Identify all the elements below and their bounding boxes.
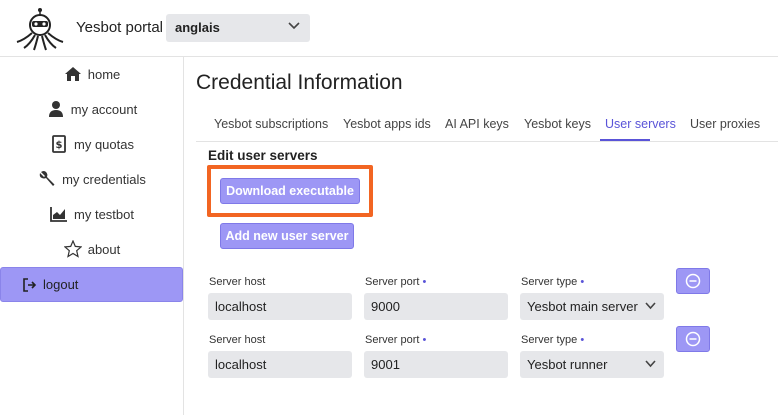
sidebar-item-my-quotas[interactable]: $ my quotas	[0, 129, 184, 159]
server-host-input[interactable]: localhost	[208, 293, 352, 320]
server-type-value: Yesbot runner	[527, 357, 608, 372]
minus-circle-icon	[685, 273, 701, 289]
remove-server-button[interactable]	[676, 326, 710, 352]
server-host-input[interactable]: localhost	[208, 351, 352, 378]
add-user-server-button[interactable]: Add new user server	[220, 223, 354, 249]
remove-server-button[interactable]	[676, 268, 710, 294]
dollar-document-icon: $	[50, 135, 68, 153]
star-icon	[63, 240, 82, 258]
sidebar-item-home[interactable]: home	[0, 59, 184, 89]
section-title: Edit user servers	[208, 148, 318, 163]
sidebar-item-label: home	[87, 66, 121, 82]
chart-icon	[50, 205, 68, 223]
brand-title: Yesbot portal	[76, 19, 164, 36]
sidebar-item-about[interactable]: about	[0, 234, 184, 264]
server-type-select[interactable]: Yesbot runner	[520, 351, 664, 378]
server-port-input[interactable]: 9000	[364, 293, 508, 320]
logout-button[interactable]: logout	[0, 267, 183, 302]
server-type-label: Server type •	[521, 276, 584, 288]
logout-icon	[23, 277, 37, 292]
required-marker: •	[422, 276, 427, 288]
sidebar-item-my-account[interactable]: my account	[0, 94, 184, 124]
server-type-value: Yesbot main server	[527, 299, 638, 314]
sidebar-item-label: my quotas	[74, 136, 134, 152]
tab-yesbot-apps-ids[interactable]: Yesbot apps ids	[343, 117, 431, 131]
language-select[interactable]: anglais	[166, 14, 310, 42]
server-port-label: Server port •	[365, 334, 426, 346]
required-marker: •	[580, 334, 585, 346]
server-type-label-text: Server type	[521, 276, 578, 288]
minus-circle-icon	[685, 331, 701, 347]
svg-text:$: $	[56, 140, 63, 151]
download-executable-button[interactable]: Download executable	[220, 178, 360, 204]
sidebar-item-label: about	[87, 241, 121, 257]
server-type-label: Server type •	[521, 334, 584, 346]
server-type-label-text: Server type	[521, 334, 578, 346]
tab-bar: Yesbot subscriptions Yesbot apps ids AI …	[196, 110, 778, 142]
tab-yesbot-subscriptions[interactable]: Yesbot subscriptions	[214, 117, 328, 131]
home-icon	[64, 65, 82, 83]
tab-user-servers[interactable]: User servers	[605, 117, 676, 131]
user-icon	[47, 100, 65, 118]
required-marker: •	[422, 334, 427, 346]
active-tab-indicator	[600, 139, 650, 141]
server-port-label-text: Server port	[365, 334, 420, 346]
sidebar-item-label: my account	[70, 101, 138, 117]
required-marker: •	[580, 276, 585, 288]
chevron-down-icon	[288, 22, 300, 30]
header: Yesbot portal anglais	[0, 0, 778, 57]
chevron-down-icon	[645, 302, 656, 310]
tab-yesbot-keys[interactable]: Yesbot keys	[524, 117, 591, 131]
sidebar-item-my-testbot[interactable]: my testbot	[0, 199, 184, 229]
wrench-icon	[38, 170, 56, 188]
sidebar-item-label: my testbot	[74, 206, 134, 222]
chevron-down-icon	[645, 360, 656, 368]
language-select-value: anglais	[175, 20, 220, 35]
page-title: Credential Information	[196, 71, 403, 94]
server-port-label: Server port •	[365, 276, 426, 288]
tab-ai-api-keys[interactable]: AI API keys	[445, 117, 509, 131]
server-type-select[interactable]: Yesbot main server	[520, 293, 664, 320]
octopus-logo-icon[interactable]	[14, 6, 66, 52]
server-host-label: Server host	[209, 334, 266, 346]
tab-user-proxies[interactable]: User proxies	[690, 117, 760, 131]
sidebar: home my account $ my quotas my credentia…	[0, 57, 184, 415]
sidebar-item-my-credentials[interactable]: my credentials	[0, 164, 184, 194]
server-host-label: Server host	[209, 276, 266, 288]
logout-label: logout	[43, 277, 79, 292]
sidebar-item-label: my credentials	[62, 171, 146, 187]
server-port-input[interactable]: 9001	[364, 351, 508, 378]
server-port-label-text: Server port	[365, 276, 420, 288]
